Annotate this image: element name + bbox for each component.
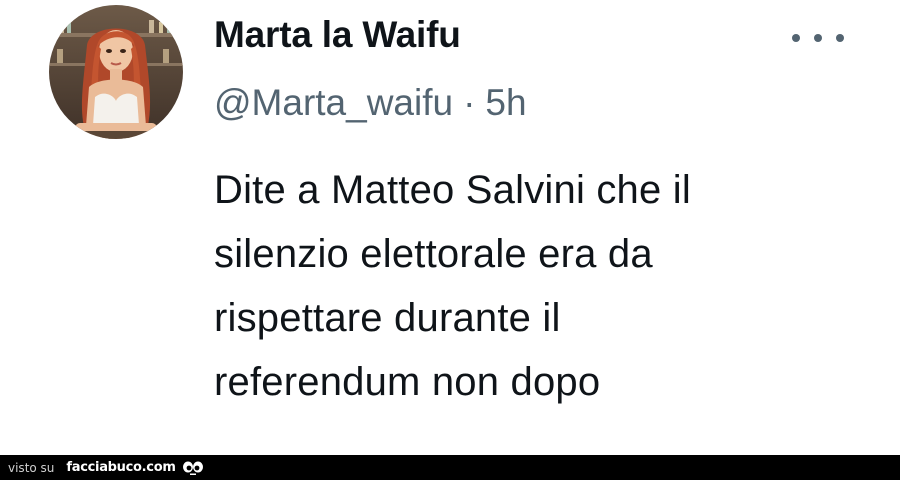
footer-site-link[interactable]: facciabuco.com — [66, 460, 176, 475]
tweet-text: Dite a Matteo Salvini che il silenzio el… — [214, 158, 854, 414]
user-avatar-photo-icon — [49, 5, 183, 139]
tweet-timestamp[interactable]: 5h — [485, 82, 526, 123]
tweet-text-line: silenzio elettorale era da — [214, 232, 653, 276]
more-options-button[interactable] — [792, 28, 844, 48]
footer-prefix: visto su — [8, 460, 55, 475]
tweet-text-line: referendum non dopo — [214, 360, 601, 404]
more-dot — [814, 34, 822, 42]
more-dot — [836, 34, 844, 42]
more-horizontal-icon — [792, 34, 800, 42]
tweet-meta: @Marta_waifu · 5h — [214, 82, 527, 124]
avatar[interactable] — [49, 5, 183, 139]
meta-separator: · — [463, 82, 476, 123]
user-handle[interactable]: @Marta_waifu — [214, 82, 453, 123]
eyes-icon — [182, 460, 204, 476]
display-name[interactable]: Marta la Waifu — [214, 14, 461, 56]
watermark-footer: visto su facciabuco.com — [0, 455, 900, 480]
tweet-text-line: Dite a Matteo Salvini che il — [214, 168, 691, 212]
tweet-card: Marta la Waifu @Marta_waifu · 5h Dite a Ma… — [0, 0, 900, 455]
tweet-text-line: rispettare durante il — [214, 296, 561, 340]
